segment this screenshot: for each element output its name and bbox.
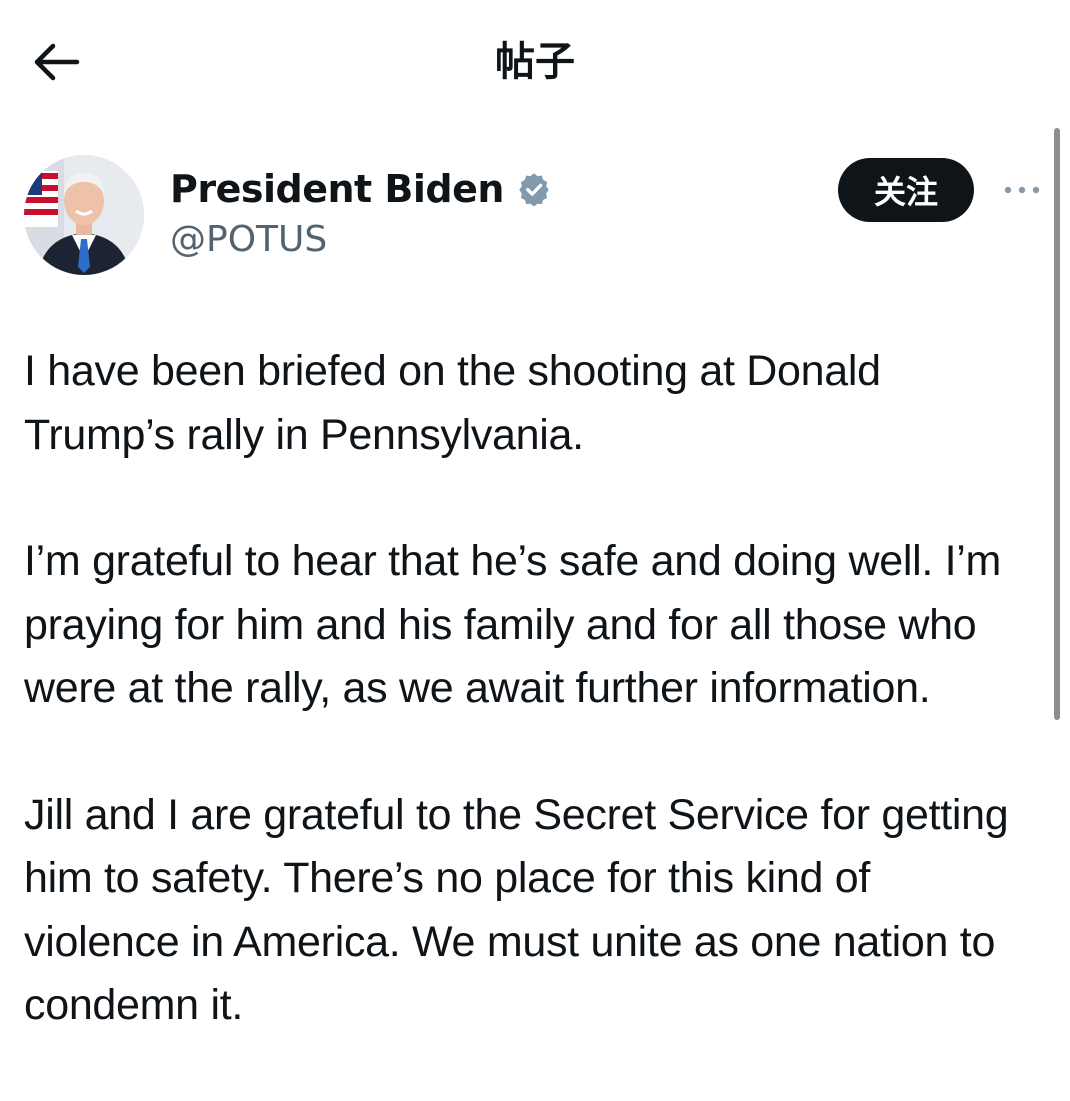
follow-button[interactable]: 关注	[838, 158, 974, 222]
more-horizontal-icon	[1004, 186, 1040, 194]
avatar-image	[24, 155, 144, 275]
avatar[interactable]	[24, 155, 144, 275]
post-paragraph: I have been briefed on the shooting at D…	[24, 347, 881, 459]
post-paragraph: I’m grateful to hear that he’s safe and …	[24, 537, 1002, 712]
post-author-row: President Biden @POTUS 关注	[0, 150, 1070, 280]
more-options-button[interactable]	[996, 172, 1048, 208]
author-handle[interactable]: @POTUS	[170, 218, 327, 262]
scrollbar[interactable]	[1054, 128, 1060, 720]
author-name: President Biden	[170, 167, 504, 211]
post-text: I have been briefed on the shooting at D…	[24, 340, 1034, 1101]
page-title: 帖子	[495, 39, 575, 85]
verified-badge-icon	[519, 173, 549, 207]
top-bar: 帖子	[0, 0, 1070, 120]
post-paragraph: Jill and I are grateful to the Secret Se…	[24, 790, 1009, 1030]
author-name-container[interactable]: President Biden	[170, 166, 552, 212]
